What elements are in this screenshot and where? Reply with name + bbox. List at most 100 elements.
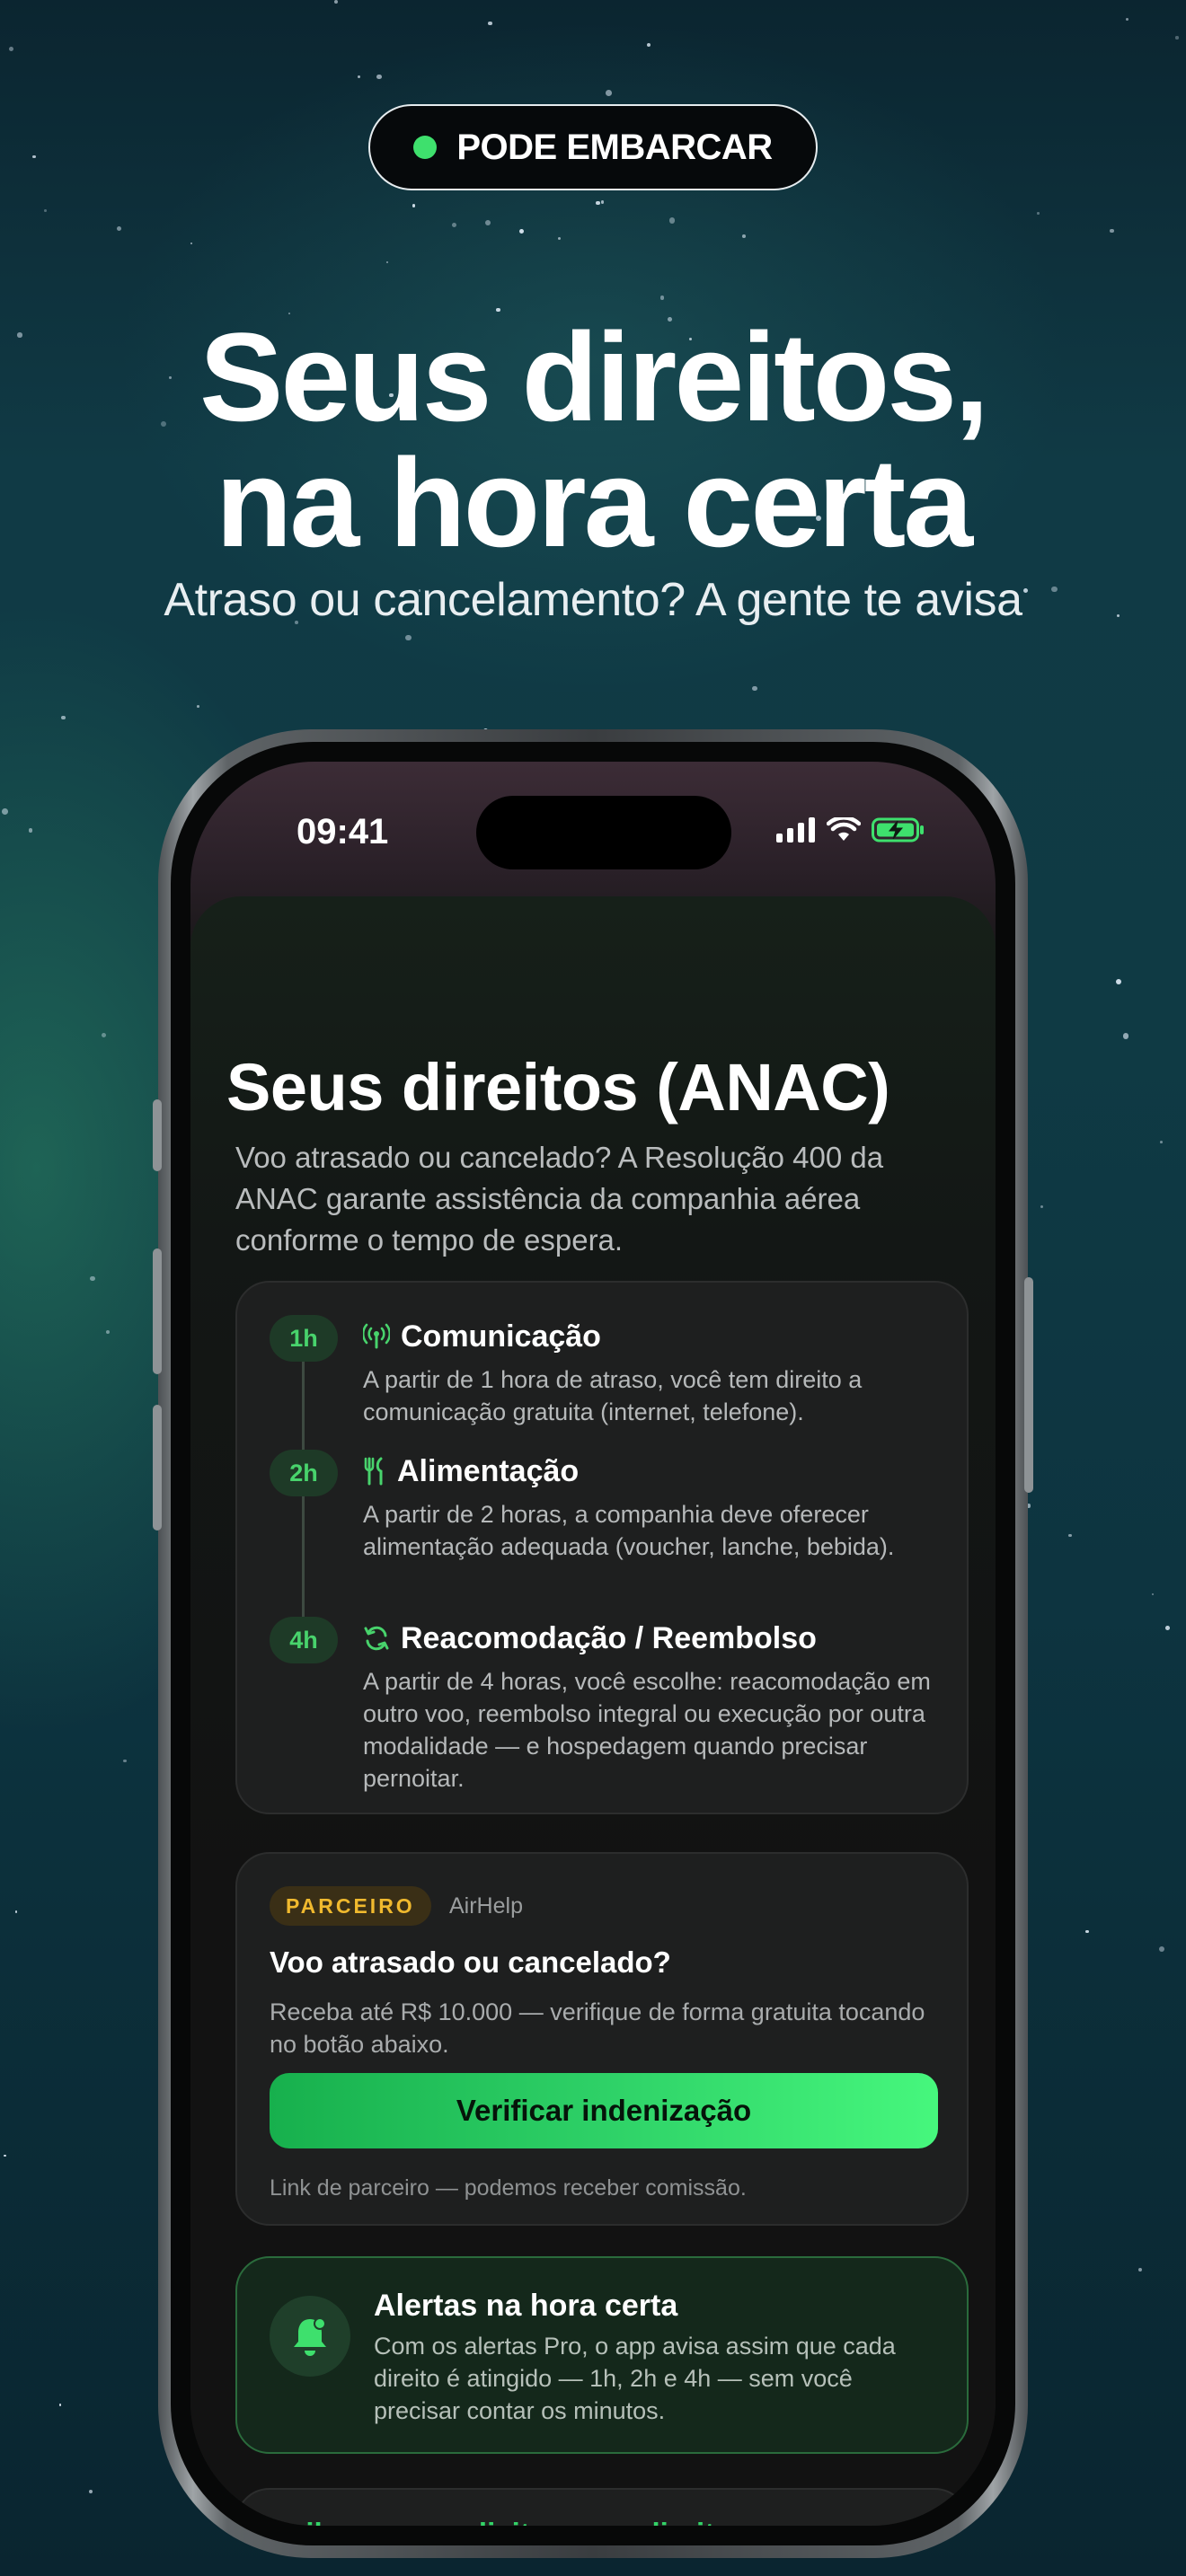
star: [1175, 36, 1179, 40]
verify-compensation-button[interactable]: Verificar indenização: [270, 2073, 938, 2148]
star: [117, 225, 122, 231]
star: [605, 90, 612, 97]
status-icons: [776, 817, 925, 842]
star: [646, 42, 651, 47]
star: [2, 807, 9, 815]
star: [1164, 1626, 1170, 1630]
battery-charging-icon: [872, 817, 924, 842]
timeline-desc: A partir de 1 hora de atraso, você tem d…: [363, 1366, 863, 1425]
badge-label: PODE EMBARCAR: [456, 127, 773, 167]
timeline-desc: A partir de 2 horas, a companhia deve of…: [363, 1501, 895, 1560]
star: [123, 1759, 127, 1763]
star: [32, 154, 36, 159]
timeline-title: Alimentação: [397, 1453, 580, 1488]
alerts-description: Com os alertas Pro, o app avisa assim qu…: [374, 2333, 896, 2424]
star: [102, 1032, 107, 1037]
star: [90, 1275, 95, 1282]
star: [385, 260, 389, 264]
star: [9, 46, 14, 52]
intro-text: Voo atrasado ou cancelado? A Resolução 4…: [235, 1141, 884, 1257]
star: [1037, 212, 1040, 215]
star: [1125, 17, 1129, 22]
partner-name: AirHelp: [449, 1893, 523, 1919]
alerts-card[interactable]: Alertas na hora certa Com os alertas Pro…: [235, 2256, 969, 2454]
timeline-title: Comunicação: [401, 1319, 601, 1354]
hero-title-line-2: na hora certa: [215, 432, 973, 573]
star: [58, 2404, 62, 2407]
star: [28, 828, 33, 834]
star: [333, 0, 338, 4]
hero-title: Seus direitos, na hora certa: [0, 314, 1186, 566]
star: [518, 228, 524, 234]
wifi-icon: [827, 817, 861, 841]
external-link-icon[interactable]: [902, 2520, 934, 2526]
star: [197, 705, 200, 709]
boarding-status-badge: PODE EMBARCAR: [368, 104, 818, 190]
star: [1151, 1593, 1154, 1596]
star: [558, 236, 562, 241]
star: [1160, 1141, 1163, 1143]
timeline-badge: 1h: [270, 1315, 338, 1362]
volume-up-button: [153, 1248, 162, 1374]
timeline-badge: 4h: [270, 1617, 338, 1663]
bell-icon-container: [270, 2296, 350, 2377]
star: [1122, 1033, 1128, 1039]
action-button: [153, 1099, 162, 1171]
learn-more-card[interactable]: Saiba como solicitar seus direitos: [235, 2488, 969, 2526]
dynamic-island: [476, 796, 731, 869]
star: [1040, 1204, 1044, 1208]
star: [1158, 1945, 1164, 1953]
phone-mockup: 09:41 Seus direitos (ANAC) Voo atrasado …: [153, 729, 1033, 2558]
star: [43, 209, 47, 212]
timeline-badge: 2h: [270, 1450, 338, 1496]
star: [405, 634, 412, 641]
timeline-title: Reacomodação / Reembolso: [401, 1620, 817, 1655]
star: [376, 74, 382, 80]
star: [600, 200, 605, 205]
signal-icon: [776, 817, 815, 842]
learn-more-link[interactable]: Saiba como solicitar seus direitos: [270, 2517, 749, 2526]
star: [1137, 2267, 1143, 2272]
status-dot: [413, 136, 438, 159]
refresh-icon: [364, 1626, 389, 1651]
star: [88, 2490, 93, 2494]
partner-description: Receba até R$ 10.000 — verifique de form…: [270, 1998, 925, 2058]
star: [488, 22, 492, 26]
status-time: 09:41: [296, 812, 389, 851]
bell-icon: [294, 2317, 326, 2356]
partner-tag: PARCEIRO: [270, 1886, 431, 1926]
star: [358, 75, 361, 78]
star: [741, 234, 746, 238]
star: [412, 203, 416, 207]
star: [1115, 978, 1122, 984]
partner-headline: Voo atrasado ou cancelado?: [270, 1945, 671, 1979]
hero-title-line-1: Seus direitos,: [199, 306, 989, 447]
star: [1068, 1533, 1072, 1538]
star: [61, 715, 66, 720]
star: [452, 223, 457, 228]
star: [106, 1329, 111, 1334]
partner-disclaimer: Link de parceiro — podemos receber comis…: [270, 2175, 747, 2201]
alerts-title: Alertas na hora certa: [374, 2289, 678, 2323]
power-button: [1024, 1277, 1033, 1493]
partner-card: PARCEIRO AirHelp Voo atrasado ou cancela…: [235, 1852, 969, 2226]
star: [668, 217, 676, 224]
star: [3, 2154, 6, 2157]
page-title: Seus direitos (ANAC): [226, 1050, 890, 1125]
star: [1110, 228, 1115, 234]
star: [596, 200, 600, 206]
volume-down-button: [153, 1405, 162, 1531]
star: [190, 243, 192, 245]
star: [1085, 1929, 1090, 1934]
star: [14, 1910, 18, 1914]
phone-screen: 09:41 Seus direitos (ANAC) Voo atrasado …: [190, 762, 996, 2526]
star: [659, 296, 665, 300]
star: [484, 220, 491, 226]
antenna-icon: [363, 1323, 390, 1349]
star: [752, 685, 757, 692]
rights-timeline-card: 1h Comunicação A partir de 1 hora de atr: [235, 1281, 969, 1814]
fork-knife-icon: [364, 1457, 383, 1486]
timeline-desc: A partir de 4 horas, você escolhe: reaco…: [363, 1668, 931, 1792]
status-bar: 09:41: [190, 762, 996, 878]
hero-subtitle: Atraso ou cancelamento? A gente te avisa: [164, 574, 1022, 626]
